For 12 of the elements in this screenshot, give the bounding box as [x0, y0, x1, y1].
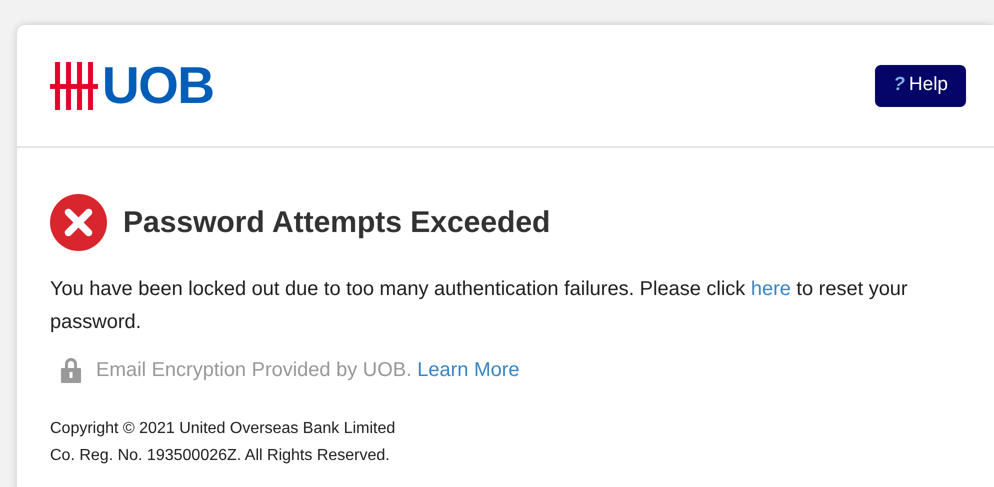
- reset-link[interactable]: here: [750, 278, 791, 300]
- help-button[interactable]: ? Help: [875, 64, 966, 106]
- logo-text: UOB: [102, 60, 214, 112]
- message-text: You have been locked out due to too many authentication failures. Please click here to reset your password.: [50, 277, 909, 335]
- logo-icon: [50, 62, 98, 110]
- lock-icon: [60, 357, 82, 383]
- page-title: Password Attempts Exceeded: [123, 205, 550, 241]
- learn-more-link[interactable]: Learn More: [417, 359, 520, 381]
- copyright-text: Copyright © 2021 United Overseas Bank Limited: [50, 419, 396, 439]
- copyright-text: Co. Reg. No. 193500026Z. All Rights Reserved.: [50, 446, 390, 466]
- error-icon: [50, 194, 107, 251]
- encryption-text: Email Encryption Provided by UOB.: [96, 359, 412, 381]
